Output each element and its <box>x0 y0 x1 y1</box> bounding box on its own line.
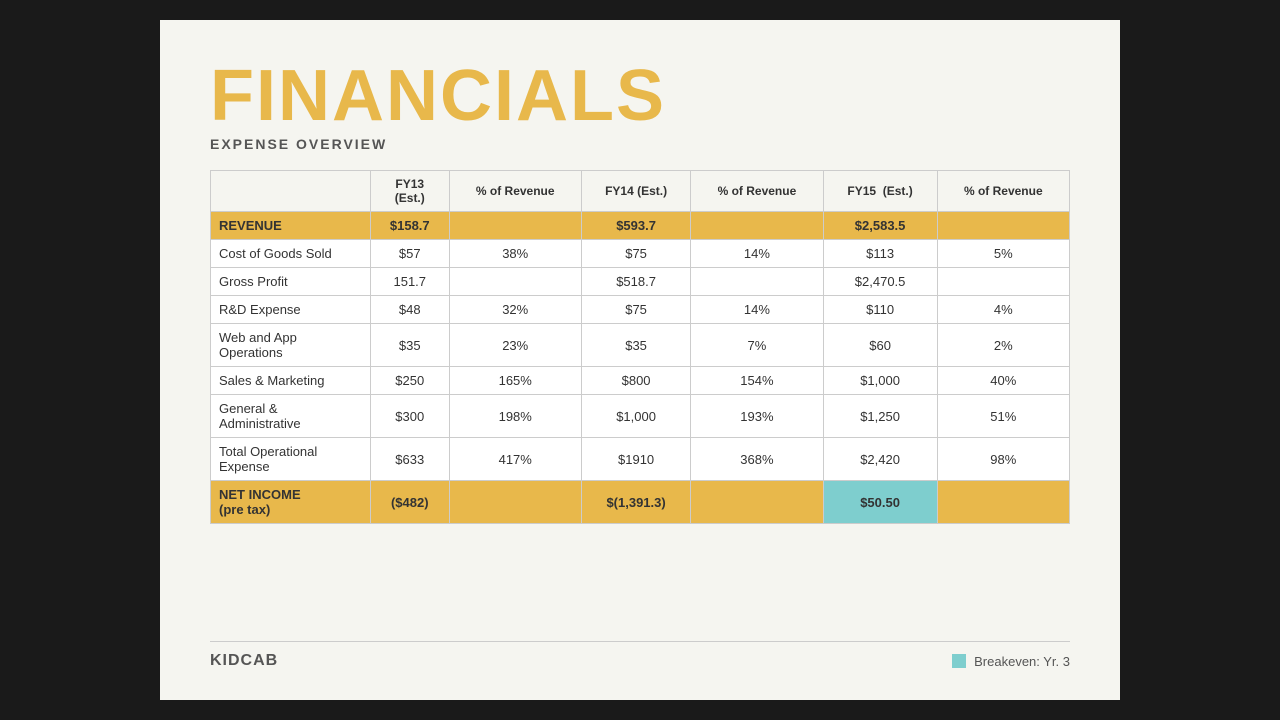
table-row: R&D Expense$4832%$7514%$1104% <box>211 296 1070 324</box>
row-fy15-pct: 4% <box>937 296 1069 324</box>
table-row: Total Operational Expense$633417%$191036… <box>211 438 1070 481</box>
table-header-row: FY13(Est.) % of Revenue FY14 (Est.) % of… <box>211 171 1070 212</box>
row-fy13: $57 <box>371 240 450 268</box>
row-fy15-pct: 40% <box>937 367 1069 395</box>
row-fy15-pct: 5% <box>937 240 1069 268</box>
footer: KIDCAB Breakeven: Yr. 3 <box>210 641 1070 670</box>
row-fy14-pct: 14% <box>691 240 823 268</box>
row-fy14: $75 <box>581 296 690 324</box>
row-fy15: $1,000 <box>823 367 937 395</box>
row-fy14-pct: 193% <box>691 395 823 438</box>
row-fy13-pct <box>449 481 581 524</box>
row-fy13-pct <box>449 212 581 240</box>
row-label: Cost of Goods Sold <box>211 240 371 268</box>
subtitle: EXPENSE OVERVIEW <box>210 136 1070 152</box>
row-fy15: $113 <box>823 240 937 268</box>
row-fy15: $110 <box>823 296 937 324</box>
table-row: Sales & Marketing$250165%$800154%$1,0004… <box>211 367 1070 395</box>
row-fy14-pct: 368% <box>691 438 823 481</box>
row-fy15-pct <box>937 481 1069 524</box>
row-fy15: $2,420 <box>823 438 937 481</box>
row-fy14: $75 <box>581 240 690 268</box>
row-label: R&D Expense <box>211 296 371 324</box>
row-fy14: $(1,391.3) <box>581 481 690 524</box>
col-header-fy13: FY13(Est.) <box>371 171 450 212</box>
row-fy14-pct <box>691 268 823 296</box>
row-fy15-pct: 2% <box>937 324 1069 367</box>
col-header-fy14-pct: % of Revenue <box>691 171 823 212</box>
row-fy13: $158.7 <box>371 212 450 240</box>
table-row: Web and App Operations$3523%$357%$602% <box>211 324 1070 367</box>
row-fy14: $1,000 <box>581 395 690 438</box>
main-title: FINANCIALS <box>210 60 1070 132</box>
row-fy15-pct: 51% <box>937 395 1069 438</box>
row-fy14-pct <box>691 212 823 240</box>
row-label: REVENUE <box>211 212 371 240</box>
row-fy14: $1910 <box>581 438 690 481</box>
row-fy13: 151.7 <box>371 268 450 296</box>
table-row: REVENUE$158.7 $593.7 $2,583.5 <box>211 212 1070 240</box>
row-fy15: $1,250 <box>823 395 937 438</box>
row-fy13: $633 <box>371 438 450 481</box>
row-fy15-pct: 98% <box>937 438 1069 481</box>
row-fy13-pct: 165% <box>449 367 581 395</box>
row-label: General & Administrative <box>211 395 371 438</box>
row-fy14: $593.7 <box>581 212 690 240</box>
row-fy13: $35 <box>371 324 450 367</box>
breakeven-label: Breakeven: Yr. 3 <box>974 654 1070 669</box>
row-fy13-pct: 417% <box>449 438 581 481</box>
row-fy13-pct: 198% <box>449 395 581 438</box>
row-fy15-pct <box>937 212 1069 240</box>
row-fy13: $250 <box>371 367 450 395</box>
row-label: Web and App Operations <box>211 324 371 367</box>
row-fy13-pct <box>449 268 581 296</box>
row-fy14-pct <box>691 481 823 524</box>
slide: FINANCIALS EXPENSE OVERVIEW FY13(Est.) %… <box>160 20 1120 700</box>
row-fy15: $2,583.5 <box>823 212 937 240</box>
financials-table: FY13(Est.) % of Revenue FY14 (Est.) % of… <box>210 170 1070 524</box>
financials-table-container: FY13(Est.) % of Revenue FY14 (Est.) % of… <box>210 170 1070 627</box>
row-label: Gross Profit <box>211 268 371 296</box>
row-fy14: $518.7 <box>581 268 690 296</box>
brand-name: KIDCAB <box>210 652 278 670</box>
row-fy13-pct: 38% <box>449 240 581 268</box>
row-fy14-pct: 154% <box>691 367 823 395</box>
row-fy15: $2,470.5 <box>823 268 937 296</box>
row-fy13-pct: 23% <box>449 324 581 367</box>
row-fy15: $60 <box>823 324 937 367</box>
row-fy13: $48 <box>371 296 450 324</box>
row-fy13: ($482) <box>371 481 450 524</box>
row-fy15-pct <box>937 268 1069 296</box>
breakeven-indicator: Breakeven: Yr. 3 <box>952 654 1070 669</box>
row-fy13-pct: 32% <box>449 296 581 324</box>
table-row: General & Administrative$300198%$1,00019… <box>211 395 1070 438</box>
row-fy14-pct: 7% <box>691 324 823 367</box>
col-header-fy15-pct: % of Revenue <box>937 171 1069 212</box>
row-fy14: $35 <box>581 324 690 367</box>
table-row: Cost of Goods Sold$5738%$7514%$1135% <box>211 240 1070 268</box>
table-row: Gross Profit151.7 $518.7 $2,470.5 <box>211 268 1070 296</box>
row-label: Sales & Marketing <box>211 367 371 395</box>
col-header-fy15: FY15 (Est.) <box>823 171 937 212</box>
row-fy14: $800 <box>581 367 690 395</box>
breakeven-color-box <box>952 654 966 668</box>
row-fy13: $300 <box>371 395 450 438</box>
row-label: NET INCOME(pre tax) <box>211 481 371 524</box>
col-header-fy14: FY14 (Est.) <box>581 171 690 212</box>
row-label: Total Operational Expense <box>211 438 371 481</box>
col-header-label <box>211 171 371 212</box>
row-fy15: $50.50 <box>823 481 937 524</box>
table-row: NET INCOME(pre tax)($482) $(1,391.3) $50.5… <box>211 481 1070 524</box>
row-fy14-pct: 14% <box>691 296 823 324</box>
col-header-fy13-pct: % of Revenue <box>449 171 581 212</box>
